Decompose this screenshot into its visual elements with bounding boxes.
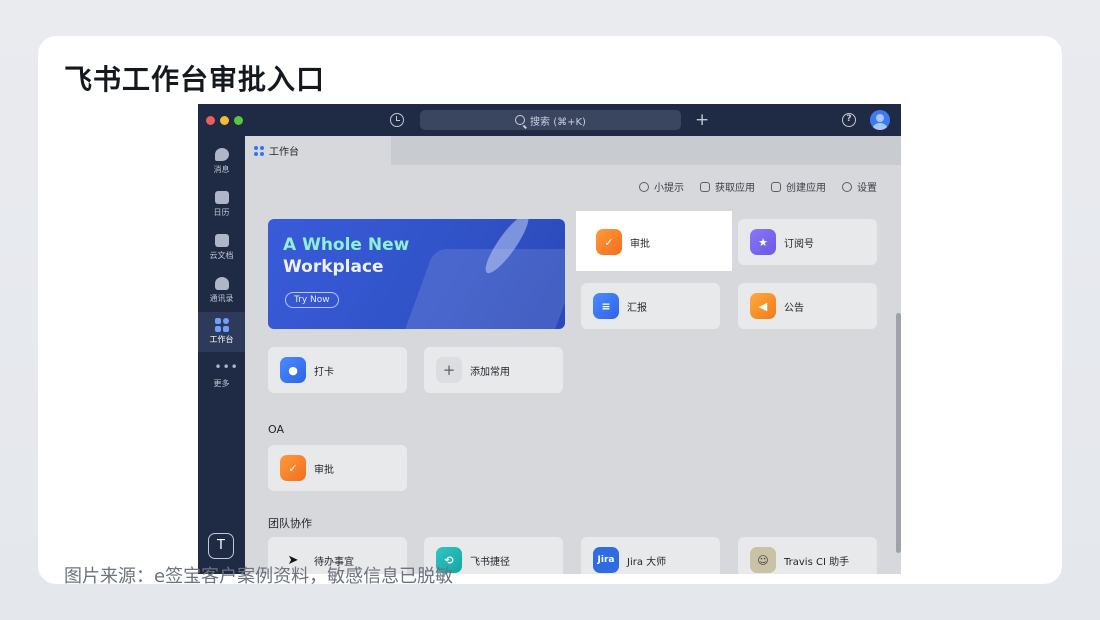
document-icon: [214, 234, 229, 247]
sidebar-item-label: 消息: [213, 165, 230, 174]
tab-workplace[interactable]: 工作台: [245, 136, 391, 165]
search-bar[interactable]: 搜索 (⌘+K): [420, 110, 681, 130]
sidebar-item-workplace[interactable]: 工作台: [198, 312, 245, 352]
app-card-label: 订阅号: [784, 238, 814, 250]
app-card-label: 添加常用: [470, 366, 510, 378]
report-icon: ≡: [593, 293, 619, 319]
sidebar-item-label: 云文档: [209, 251, 234, 260]
app-card-subscription[interactable]: ★ 订阅号: [738, 219, 877, 265]
help-icon[interactable]: ?: [842, 113, 856, 127]
app-card-announcement[interactable]: ◀ 公告: [738, 283, 877, 329]
app-card-label: 审批: [314, 464, 334, 476]
app-card-label: 打卡: [314, 366, 334, 378]
workplace-toolbar: 小提示 获取应用 创建应用 设置: [639, 179, 877, 194]
sidebar-item-label: 日历: [213, 208, 230, 217]
megaphone-icon: ◀: [750, 293, 776, 319]
monitor-icon: [771, 181, 781, 192]
section-title-oa: OA: [268, 423, 284, 436]
banner-headline: A Whole New: [283, 235, 410, 255]
create-app-label: 创建应用: [786, 183, 826, 194]
workplace-content: 小提示 获取应用 创建应用 设置 A Whole New Workplace T…: [245, 165, 901, 574]
contacts-icon: [214, 277, 229, 290]
user-avatar-button[interactable]: T: [208, 533, 234, 559]
approval-icon: ✓: [596, 229, 622, 255]
sidebar-item-contacts[interactable]: 通讯录: [198, 271, 245, 311]
sidebar-item-docs[interactable]: 云文档: [198, 228, 245, 268]
source-caption: 图片来源：e签宝客户案例资料，敏感信息已脱敏: [64, 566, 454, 587]
get-apps-button[interactable]: 获取应用: [700, 179, 755, 194]
chat-bubble-icon: [214, 148, 229, 161]
calendar-icon: [214, 191, 229, 204]
feishu-window: 搜索 (⌘+K) + ? 消息 日历 云文档 通讯录 工作台 ••• 更多 T …: [198, 104, 901, 574]
add-common-button[interactable]: + 添加常用: [424, 347, 563, 393]
try-now-button[interactable]: Try Now: [285, 292, 339, 308]
search-icon: [515, 115, 526, 125]
plus-button[interactable]: +: [695, 110, 709, 130]
tab-strip: 工作台: [245, 136, 901, 165]
settings-button[interactable]: 设置: [842, 179, 877, 194]
more-dots-icon: •••: [214, 360, 239, 374]
sidebar-item-more[interactable]: ••• 更多: [198, 356, 245, 396]
travis-mascot-icon: ☺: [750, 547, 776, 573]
get-apps-label: 获取应用: [715, 183, 755, 194]
page-title: 飞书工作台审批入口: [64, 63, 326, 96]
workplace-grid-icon: [254, 145, 264, 156]
app-card-label: 公告: [784, 302, 804, 314]
history-icon[interactable]: [390, 113, 404, 127]
app-card-label: Jira 大师: [627, 556, 667, 568]
location-pin-icon: ●: [280, 357, 306, 383]
avatar[interactable]: [870, 110, 890, 130]
app-card-label: Travis CI 助手: [784, 556, 850, 568]
app-card-jira[interactable]: Jira Jira 大师: [581, 537, 720, 574]
banner-subheadline: Workplace: [283, 257, 384, 277]
approval-icon: ✓: [280, 455, 306, 481]
slide-card: 飞书工作台审批入口 搜索 (⌘+K) + ? 消息 日历 云文档 通讯录 工作台…: [38, 36, 1062, 587]
star-doc-icon: ★: [750, 229, 776, 255]
app-card-travis[interactable]: ☺ Travis CI 助手: [738, 537, 877, 574]
window-controls: [206, 116, 243, 125]
tips-button[interactable]: 小提示: [639, 179, 684, 194]
search-label: 搜索 (⌘+K): [530, 116, 586, 128]
sidebar-item-messages[interactable]: 消息: [198, 142, 245, 182]
sidebar-item-label: 更多: [213, 379, 230, 388]
section-title-team: 团队协作: [268, 517, 312, 530]
sidebar-item-calendar[interactable]: 日历: [198, 185, 245, 225]
create-app-button[interactable]: 创建应用: [771, 179, 826, 194]
tab-label: 工作台: [269, 147, 299, 158]
promo-banner[interactable]: A Whole New Workplace Try Now: [268, 219, 565, 329]
sidebar-item-label: 工作台: [209, 335, 234, 344]
sidebar: 消息 日历 云文档 通讯录 工作台 ••• 更多 T: [198, 136, 245, 574]
app-card-report[interactable]: ≡ 汇报: [581, 283, 720, 329]
plus-icon: +: [436, 357, 462, 383]
app-card-approval[interactable]: ✓ 审批: [584, 219, 723, 265]
close-window-button[interactable]: [206, 116, 215, 125]
sidebar-item-label: 通讯录: [209, 294, 234, 303]
tips-label: 小提示: [654, 183, 684, 194]
app-card-oa-approval[interactable]: ✓ 审批: [268, 445, 407, 491]
app-card-label: 飞书捷径: [470, 556, 510, 568]
gear-icon: [842, 181, 852, 192]
app-card-label: 审批: [630, 238, 650, 250]
title-bar: 搜索 (⌘+K) + ?: [198, 104, 901, 136]
apps-grid-icon: [700, 181, 710, 192]
app-card-label: 汇报: [627, 302, 647, 314]
app-card-checkin[interactable]: ● 打卡: [268, 347, 407, 393]
jira-logo-icon: Jira: [593, 547, 619, 573]
lightbulb-icon: [639, 181, 649, 192]
maximize-window-button[interactable]: [234, 116, 243, 125]
workplace-grid-icon: [214, 318, 229, 332]
settings-label: 设置: [857, 183, 877, 194]
scrollbar[interactable]: [896, 313, 901, 553]
minimize-window-button[interactable]: [220, 116, 229, 125]
